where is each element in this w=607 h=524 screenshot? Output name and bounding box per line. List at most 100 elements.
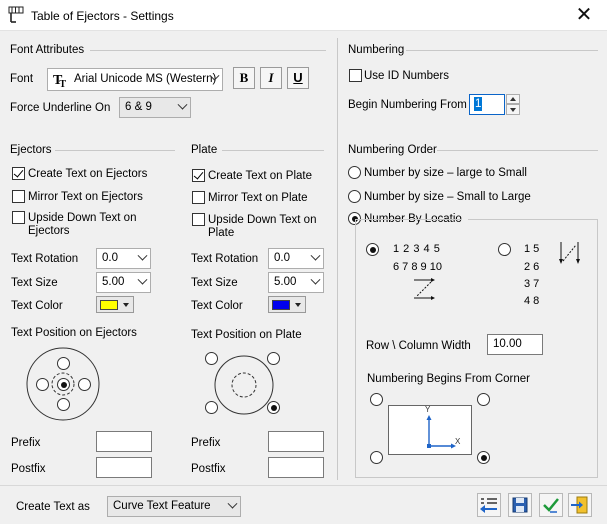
ejector-position-center-radio[interactable] [57, 378, 70, 391]
corner-top-left-radio[interactable] [370, 393, 383, 406]
ejectors-size-value: 5.00 [102, 276, 125, 288]
row-column-width-input[interactable]: 10.00 [487, 334, 543, 355]
ejectors-size-label: Text Size [11, 277, 58, 289]
create-text-ejectors-checkbox[interactable] [12, 167, 25, 180]
ejectors-rotation-label: Text Rotation [11, 253, 79, 265]
ejectors-header: Ejectors [10, 144, 52, 156]
use-id-numbers-checkbox[interactable] [349, 69, 362, 82]
exit-door-icon [571, 496, 588, 514]
plate-position-bottom-right-radio[interactable] [267, 401, 280, 414]
order-large-to-small-label: Number by size – large to Small [364, 167, 527, 179]
spin-up-button[interactable] [506, 94, 520, 104]
ejector-position-top-radio[interactable] [57, 357, 70, 370]
ejectors-position-label: Text Position on Ejectors [11, 327, 137, 339]
plate-postfix-input[interactable] [268, 457, 324, 478]
title-bar: Table of Ejectors - Settings ✕ [0, 0, 607, 31]
ejectors-prefix-label: Prefix [11, 437, 41, 449]
font-label: Font [10, 73, 34, 85]
caret-down-icon [510, 108, 516, 112]
corner-bottom-left-radio[interactable] [370, 451, 383, 464]
ejectors-size-select[interactable]: 5.00 [96, 272, 151, 293]
check-arrow-icon [543, 498, 559, 513]
column-sequence-2: 2 6 [524, 261, 540, 273]
upside-down-plate-label-line2: Plate [208, 227, 235, 239]
force-underline-select[interactable]: 6 & 9 [119, 97, 191, 118]
chevron-down-icon [137, 250, 148, 261]
close-icon[interactable]: ✕ [569, 2, 599, 28]
ejectors-divider [55, 150, 175, 151]
corner-label: Numbering Begins From Corner [367, 373, 530, 385]
ejector-position-bottom-radio[interactable] [57, 398, 70, 411]
plate-color-label: Text Color [191, 300, 243, 312]
mirror-text-plate-checkbox[interactable] [192, 191, 205, 204]
font-select-value: Arial Unicode MS (Western) [74, 73, 217, 85]
save-button[interactable] [508, 493, 532, 517]
font-attributes-divider [90, 50, 326, 51]
upside-down-ejectors-label-line2: Ejectors [28, 225, 70, 237]
ejectors-color-picker[interactable] [96, 296, 134, 313]
begin-numbering-input[interactable]: 1 [469, 94, 505, 115]
plate-size-select[interactable]: 5.00 [268, 272, 324, 293]
create-text-as-select[interactable]: Curve Text Feature [107, 496, 241, 517]
plate-prefix-label: Prefix [191, 437, 221, 449]
plate-size-value: 5.00 [274, 276, 297, 288]
apply-button[interactable] [539, 493, 563, 517]
order-small-to-large-label: Number by size – Small to Large [364, 191, 531, 203]
bold-button[interactable]: B [233, 67, 255, 89]
column-sequence-4: 4 8 [524, 295, 540, 307]
plate-prefix-input[interactable] [268, 431, 324, 452]
create-text-ejectors-label: Create Text on Ejectors [28, 168, 148, 180]
ejectors-prefix-input[interactable] [96, 431, 152, 452]
exit-button[interactable] [568, 493, 592, 517]
footer-divider [0, 485, 607, 486]
plate-postfix-label: Postfix [191, 463, 226, 475]
upside-down-ejectors-checkbox[interactable] [12, 211, 25, 224]
plate-position-top-right-radio[interactable] [267, 352, 280, 365]
plate-header: Plate [191, 144, 218, 156]
plate-position-label: Text Position on Plate [191, 329, 302, 341]
italic-button[interactable]: I [260, 67, 282, 89]
force-underline-label: Force Underline On [10, 102, 111, 114]
plate-color-picker[interactable] [268, 296, 306, 313]
chevron-down-icon [137, 274, 148, 285]
corner-top-right-radio[interactable] [477, 393, 490, 406]
order-small-to-large-radio[interactable] [348, 190, 361, 203]
numbering-order-divider [437, 150, 598, 151]
row-sequence-1: 1 2 3 4 5 [393, 243, 440, 255]
ejector-position-left-radio[interactable] [36, 378, 49, 391]
mirror-text-plate-label: Mirror Text on Plate [208, 192, 308, 204]
floppy-disk-icon [512, 497, 528, 513]
spin-down-button[interactable] [506, 104, 520, 115]
ejectors-postfix-label: Postfix [11, 463, 46, 475]
chevron-down-icon [310, 250, 321, 261]
create-text-plate-checkbox[interactable] [192, 169, 205, 182]
ejectors-rotation-select[interactable]: 0.0 [96, 248, 151, 269]
corner-bottom-right-radio[interactable] [477, 451, 490, 464]
plate-position-bottom-left-radio[interactable] [205, 401, 218, 414]
begin-numbering-label: Begin Numbering From [348, 99, 467, 111]
column-sequence-3: 3 7 [524, 278, 540, 290]
axis-x-label: X [455, 437, 461, 446]
mirror-text-ejectors-label: Mirror Text on Ejectors [28, 191, 143, 203]
axis-y-label: Y [425, 405, 431, 414]
upside-down-plate-label-line1: Upside Down Text on [208, 214, 317, 226]
ejectors-postfix-input[interactable] [96, 457, 152, 478]
numbering-order-header: Numbering Order [348, 144, 437, 156]
ejector-position-right-radio[interactable] [78, 378, 91, 391]
load-defaults-button[interactable] [477, 493, 501, 517]
column-wise-radio[interactable] [498, 243, 511, 256]
plate-rotation-select[interactable]: 0.0 [268, 248, 324, 269]
underline-button[interactable]: U [287, 67, 309, 89]
row-wise-radio[interactable] [366, 243, 379, 256]
plate-position-top-left-radio[interactable] [205, 352, 218, 365]
font-attributes-header: Font Attributes [10, 44, 85, 56]
table-app-icon [8, 6, 24, 23]
row-zigzag-icon [414, 278, 435, 300]
column-sequence-1: 1 5 [524, 243, 540, 255]
mirror-text-ejectors-checkbox[interactable] [12, 190, 25, 203]
upside-down-plate-checkbox[interactable] [192, 213, 205, 226]
order-large-to-small-radio[interactable] [348, 166, 361, 179]
font-select[interactable]: TT Arial Unicode MS (Western) [47, 68, 223, 91]
plate-size-label: Text Size [191, 277, 238, 289]
row-column-width-label: Row \ Column Width [366, 340, 471, 352]
